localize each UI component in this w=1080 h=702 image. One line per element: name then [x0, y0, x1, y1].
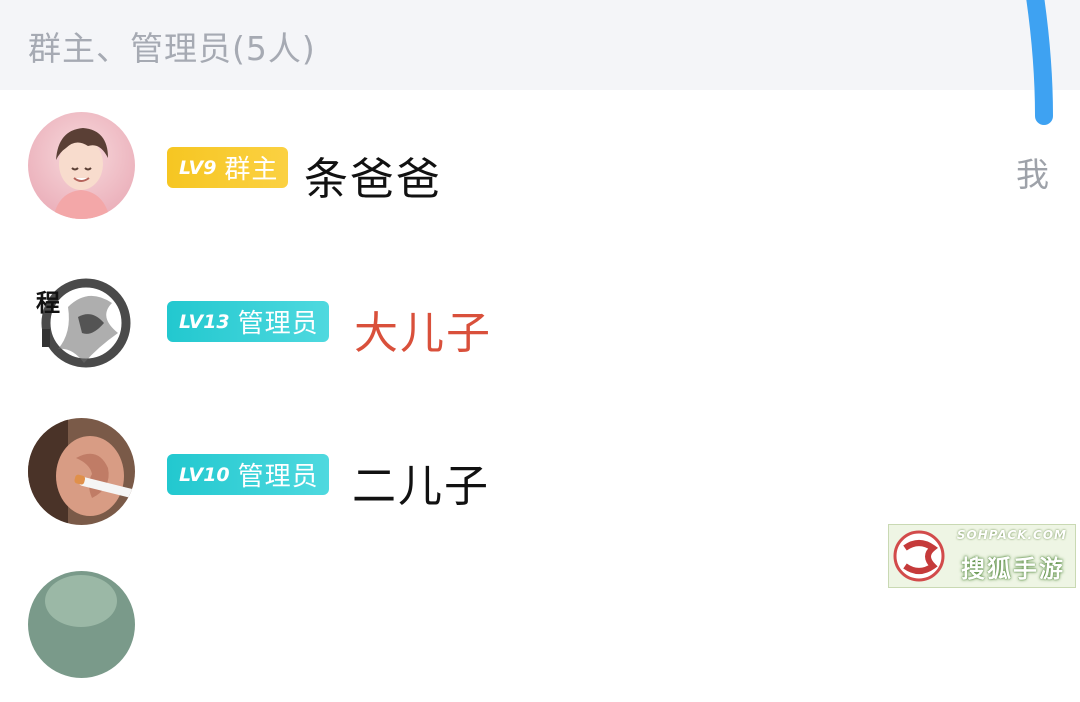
role-label: 管理员 — [237, 309, 319, 339]
avatar[interactable] — [28, 571, 135, 678]
owner-badge: LV9 群主 — [167, 147, 289, 188]
me-tag: 我 — [1016, 155, 1049, 194]
role-label: 管理员 — [237, 462, 319, 492]
avatar[interactable] — [28, 112, 135, 219]
section-title: 群主、管理员(5人) — [28, 29, 316, 68]
member-name: 二儿子 — [352, 461, 490, 512]
role-label: 群主 — [224, 155, 279, 185]
avatar[interactable] — [28, 418, 135, 525]
member-name: 大儿子 — [354, 308, 492, 359]
member-name: 条爸爸 — [304, 154, 442, 205]
level-label: LV9 — [179, 156, 217, 179]
admin-badge: LV10 管理员 — [167, 454, 329, 495]
level-label: LV10 — [179, 463, 230, 486]
member-row[interactable]: LV9 群主 条爸爸 我 — [0, 90, 1080, 243]
watermark-domain: SOHPACK.COM — [956, 528, 1067, 542]
watermark-logo-icon — [893, 530, 945, 582]
section-header: 群主、管理员(5人) — [0, 0, 1080, 90]
avatar[interactable]: 程 — [28, 267, 135, 374]
svg-text:程: 程 — [36, 288, 60, 317]
watermark-name: 搜狐手游 — [961, 555, 1065, 583]
level-label: LV13 — [179, 310, 230, 333]
site-watermark: SOHPACK.COM 搜狐手游 — [888, 524, 1076, 588]
member-row[interactable]: 程 LV13 管理员 大儿子 — [0, 243, 1080, 396]
admin-badge: LV13 管理员 — [167, 301, 329, 342]
